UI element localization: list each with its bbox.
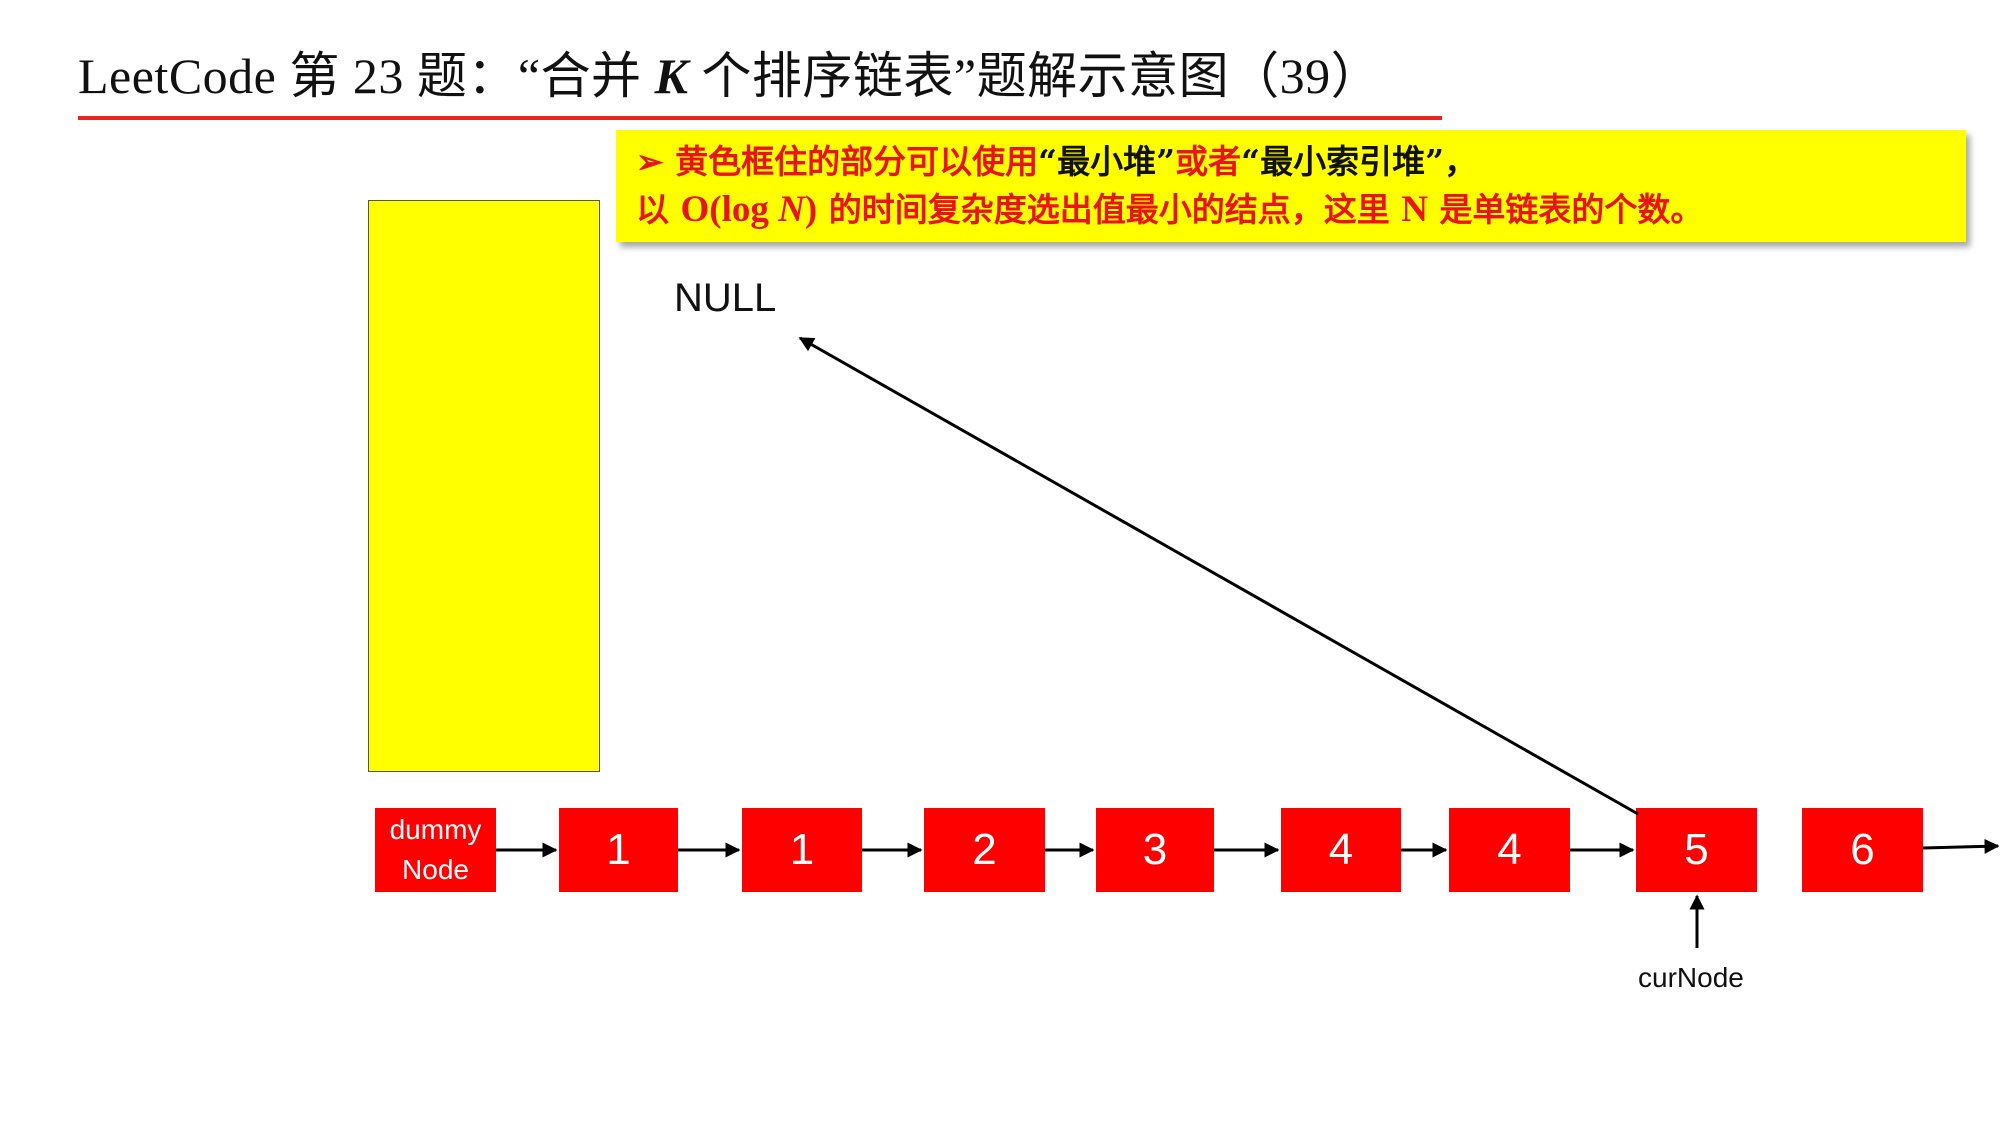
link-arrows	[496, 336, 2000, 948]
cur-node-label: curNode	[1638, 962, 1744, 993]
null-pointer-arrow	[798, 336, 1639, 816]
tail-arrow	[1922, 838, 2000, 854]
